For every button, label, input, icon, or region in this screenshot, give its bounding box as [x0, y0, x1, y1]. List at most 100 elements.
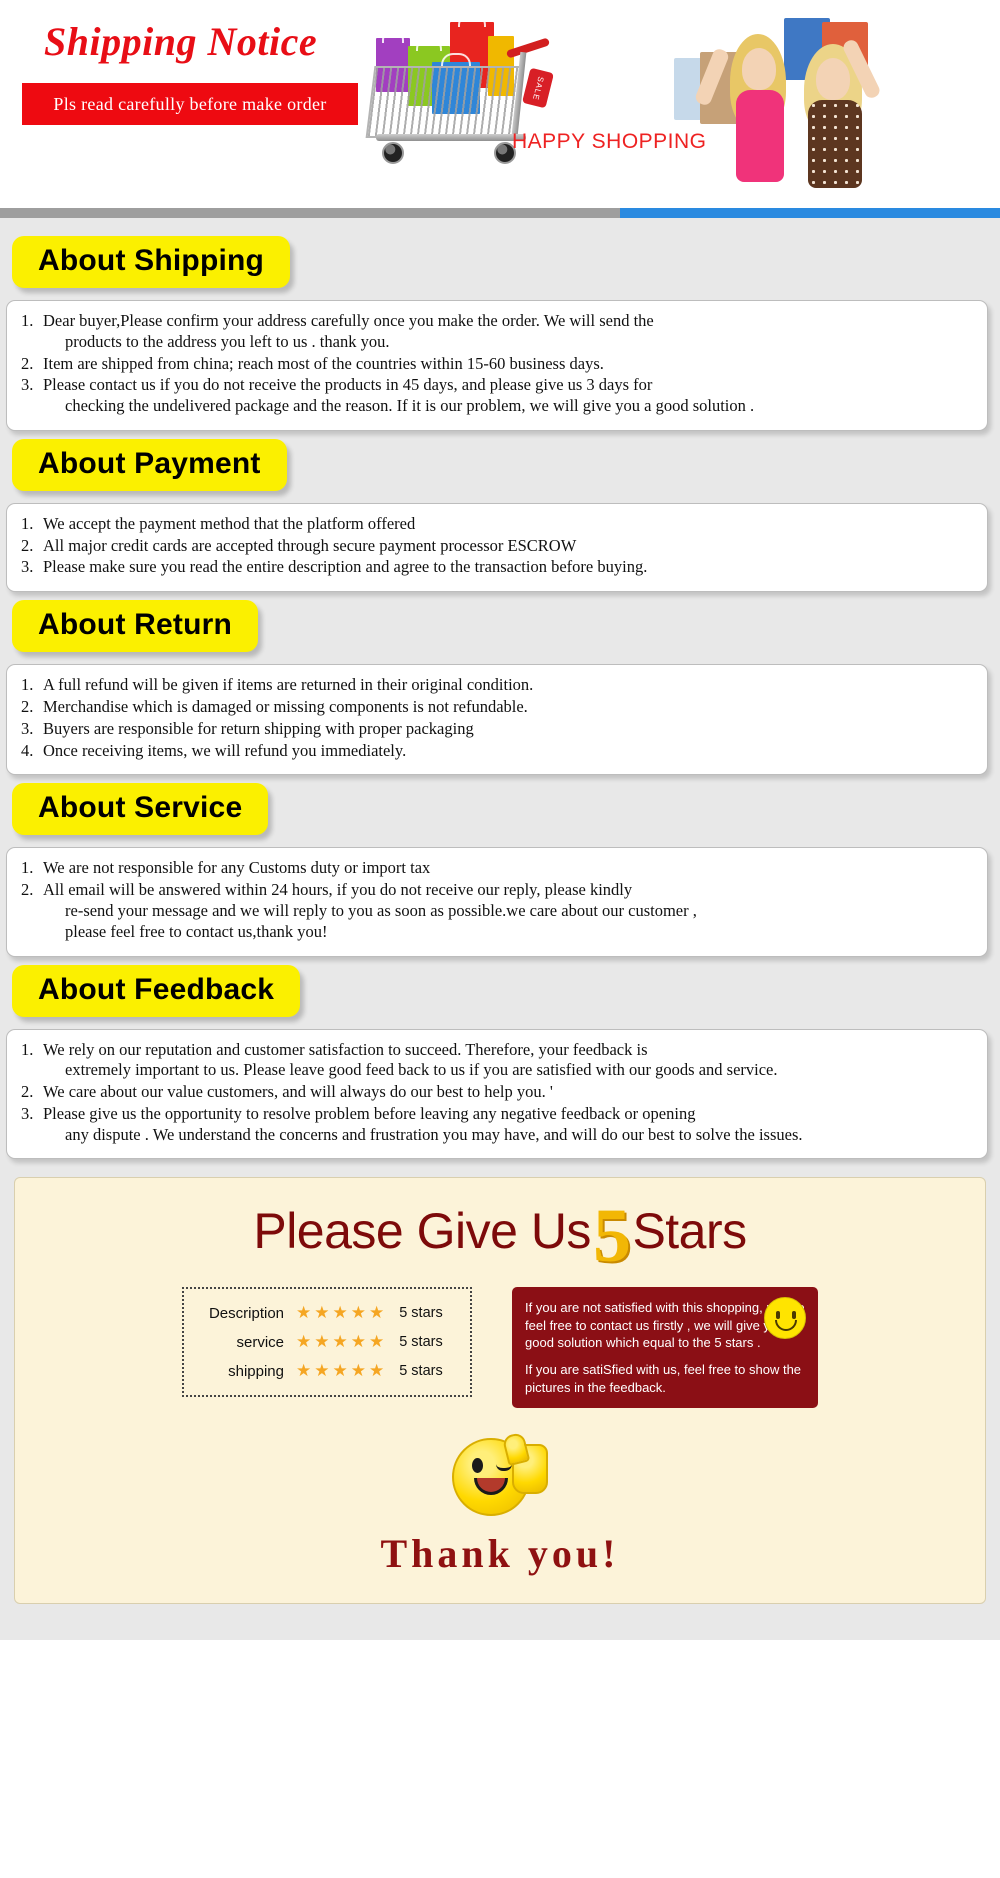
- section-payment: About Payment 1. We accept the payment me…: [0, 438, 1000, 593]
- list-text: We rely on our reputation and customer s…: [43, 1039, 648, 1059]
- rating-value: 5 stars: [399, 1363, 443, 1380]
- heading-after-text: Stars: [632, 1202, 747, 1259]
- list-item: 2. Merchandise which is damaged or missin…: [21, 697, 973, 718]
- list-number: 1.: [21, 513, 34, 533]
- list-item: 1. We accept the payment method that the …: [21, 514, 973, 535]
- star-rating-icon: ★★★★★: [296, 1332, 388, 1352]
- list-number: 2.: [21, 697, 34, 717]
- header-divider: [0, 208, 1000, 218]
- read-carefully-label: Pls read carefully before make order: [53, 93, 327, 114]
- ratings-box: Description ★★★★★ 5 stars service ★★★★★ …: [182, 1287, 472, 1398]
- list-item: 1. We rely on our reputation and customer…: [21, 1040, 973, 1082]
- happy-shopping-label: HAPPY SHOPPING: [512, 130, 707, 153]
- rating-row-service: service ★★★★★ 5 stars: [200, 1332, 454, 1352]
- ratings-and-message-row: Description ★★★★★ 5 stars service ★★★★★ …: [25, 1287, 975, 1409]
- heading-before-text: Please Give Us: [253, 1202, 591, 1259]
- badge-about-return: About Return: [12, 600, 259, 653]
- list-number: 2.: [21, 535, 34, 555]
- list-number: 1.: [21, 858, 34, 878]
- rating-label: shipping: [228, 1362, 284, 1380]
- list-text-cont: products to the address you left to us .…: [65, 331, 390, 351]
- list-text: Buyers are responsible for return shippi…: [43, 718, 474, 738]
- list-number: 1.: [21, 311, 34, 330]
- satisfaction-message-box: If you are not satisfied with this shopp…: [512, 1287, 818, 1409]
- sale-tag-label: SALE: [530, 75, 546, 101]
- star-rating-icon: ★★★★★: [296, 1303, 388, 1323]
- section-service: About Service 1. We are not responsible f…: [0, 783, 1000, 957]
- list-text: Please make sure you read the entire des…: [43, 557, 648, 577]
- list-item: 2. Item are shipped from china; reach mos…: [21, 354, 973, 375]
- winking-thumbs-up-icon: [452, 1430, 548, 1517]
- sections-container: About Shipping 1. Dear buyer,Please confi…: [0, 218, 1000, 1641]
- rating-row-shipping: shipping ★★★★★ 5 stars: [200, 1361, 454, 1381]
- list-number: 1.: [21, 1039, 34, 1059]
- list-number: 3.: [21, 718, 34, 738]
- message-not-satisfied: If you are not satisfied with this shopp…: [525, 1300, 805, 1351]
- list-text: Item are shipped from china; reach most …: [43, 353, 604, 373]
- list-text-cont: checking the undelivered package and the…: [65, 396, 755, 416]
- rating-row-description: Description ★★★★★ 5 stars: [200, 1303, 454, 1323]
- list-number: 2.: [21, 353, 34, 373]
- five-stars-heading: Please Give Us 5 Stars: [25, 1199, 975, 1275]
- list-item: 3. Please give us the opportunity to reso…: [21, 1104, 973, 1146]
- list-item: 3. Please make sure you read the entire d…: [21, 557, 973, 578]
- thumbs-up-emoji-wrap: [25, 1430, 975, 1517]
- list-item: 2. All email will be answered within 24 h…: [21, 880, 973, 942]
- section-shipping: About Shipping 1. Dear buyer,Please confi…: [0, 236, 1000, 431]
- list-text: We accept the payment method that the pl…: [43, 513, 416, 533]
- list-item: 2. We care about our value customers, and…: [21, 1082, 973, 1103]
- list-item: 2. All major credit cards are accepted th…: [21, 536, 973, 557]
- list-text-cont: re-send your message and we will reply t…: [65, 900, 697, 920]
- list-number: 3.: [21, 557, 34, 577]
- section-feedback: About Feedback 1. We rely on our reputati…: [0, 964, 1000, 1160]
- list-text: Please contact us if you do not receive …: [43, 375, 653, 395]
- badge-about-feedback: About Feedback: [12, 964, 301, 1017]
- list-number: 4.: [21, 740, 34, 760]
- card-about-service: 1. We are not responsible for any Customs…: [6, 847, 988, 957]
- list-text: We care about our value customers, and w…: [43, 1082, 553, 1102]
- list-item: 1. A full refund will be given if items a…: [21, 675, 973, 696]
- list-item: 1. Dear buyer,Please confirm your address…: [21, 311, 973, 353]
- list-text: All email will be answered within 24 hou…: [43, 880, 633, 900]
- message-satisfied: If you are satiSfied with us, feel free …: [525, 1362, 802, 1395]
- read-carefully-banner: Pls read carefully before make order: [22, 83, 358, 125]
- header-banner: Shipping Notice Pls read carefully befor…: [0, 0, 1000, 208]
- list-item: 3. Buyers are responsible for return ship…: [21, 719, 973, 740]
- list-text-cont: extremely important to us. Please leave …: [65, 1060, 778, 1080]
- list-text: We are not responsible for any Customs d…: [43, 858, 431, 878]
- rating-label: service: [236, 1333, 284, 1351]
- happy-shoppers-image: [672, 0, 972, 188]
- big-five-number: 5: [592, 1194, 631, 1279]
- list-item: 4. Once receiving items, we will refund y…: [21, 741, 973, 762]
- page-title: Shipping Notice: [44, 19, 318, 64]
- list-text: All major credit cards are accepted thro…: [43, 535, 577, 555]
- section-return: About Return 1. A full refund will be giv…: [0, 600, 1000, 776]
- smiley-face-icon: [764, 1297, 806, 1340]
- list-text-cont: any dispute . We understand the concerns…: [65, 1124, 803, 1144]
- thank-you-text: Thank you!: [380, 1531, 620, 1577]
- list-number: 1.: [21, 675, 34, 695]
- list-text: Please give us the opportunity to resolv…: [43, 1103, 696, 1123]
- card-about-payment: 1. We accept the payment method that the …: [6, 502, 988, 593]
- list-item: 1. We are not responsible for any Customs…: [21, 858, 973, 879]
- star-rating-icon: ★★★★★: [296, 1361, 388, 1381]
- card-about-feedback: 1. We rely on our reputation and customer…: [6, 1028, 988, 1160]
- list-number: 2.: [21, 1082, 34, 1102]
- list-number: 2.: [21, 880, 34, 900]
- badge-about-payment: About Payment: [12, 438, 287, 491]
- list-number: 3.: [21, 375, 34, 395]
- shipping-notice-page: Shipping Notice Pls read carefully befor…: [0, 0, 1000, 1641]
- rating-value: 5 stars: [399, 1334, 443, 1351]
- badge-about-service: About Service: [12, 783, 269, 836]
- list-text: Once receiving items, we will refund you…: [43, 740, 407, 760]
- card-about-return: 1. A full refund will be given if items a…: [6, 664, 988, 776]
- rating-value: 5 stars: [399, 1305, 443, 1322]
- badge-about-shipping: About Shipping: [12, 236, 291, 288]
- list-text-cont: please feel free to contact us,thank you…: [65, 921, 328, 941]
- list-item: 3. Please contact us if you do not receiv…: [21, 375, 973, 417]
- list-text: A full refund will be given if items are…: [43, 675, 534, 695]
- sale-tag-icon: SALE: [522, 67, 554, 109]
- card-about-shipping: 1. Dear buyer,Please confirm your address…: [6, 300, 988, 431]
- list-text: Dear buyer,Please confirm your address c…: [43, 311, 654, 330]
- list-text: Merchandise which is damaged or missing …: [43, 697, 528, 717]
